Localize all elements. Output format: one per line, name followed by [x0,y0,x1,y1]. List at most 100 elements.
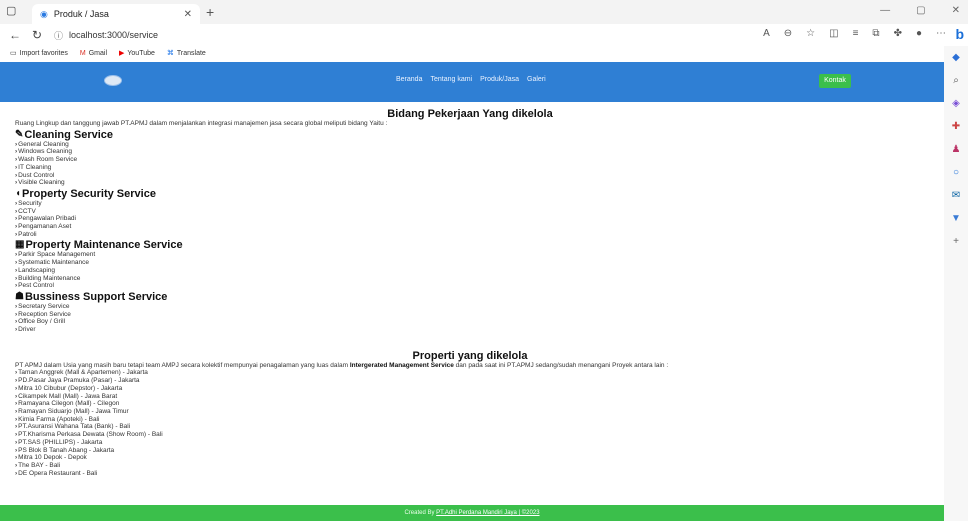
property-item: ›Ramayan Siduarjo (Mall) - Jawa Timur [15,407,129,415]
service-item: ›Windows Cleaning [15,148,73,156]
bookmark-translate[interactable]: ⌘ Translate [167,49,206,57]
minimize-icon[interactable]: — [880,5,890,16]
add-sidebar-icon[interactable]: + [953,236,959,247]
service-item: ›Parkir Space Management [15,251,96,259]
site-footer: Created By PT.Adhi Perdana Mandiri Jaya … [0,505,944,521]
property-item: ›PT.Kharisma Perkasa Dewata (Show Room) … [15,431,163,439]
chevron-right-icon: › [15,423,18,431]
tab-title: Produk / Jasa [53,9,109,19]
gmail-icon: M [79,49,86,57]
chevron-right-icon: › [15,266,18,274]
chevron-right-icon: › [15,302,18,310]
property-item: ›Mitra 10 Depok - Depok [15,454,87,462]
bookmark-gmail[interactable]: M Gmail [80,50,107,57]
nav-galeri[interactable]: Galeri [527,76,546,83]
office-icon[interactable]: ○ [953,167,959,178]
tab-actions-icon[interactable]: ▢ [6,4,16,17]
browser-titlebar: ▢ ◉ Produk / Jasa ✕ + — ▢ ✕ [0,0,968,24]
edge-sidebar: ◆ ⌕ ◈ ✚ ♟ ○ ✉ ▼ + [944,46,968,521]
chevron-right-icon: › [15,469,18,477]
broom-icon: ✎ [15,128,24,140]
services-title: Bidang Pekerjaan Yang dikelola [387,108,553,120]
service-item: ›Building Maintenance [15,274,81,282]
chevron-right-icon: › [15,171,18,179]
tab-close-icon[interactable]: ✕ [184,9,192,20]
url-text: localhost:3000/service [69,30,159,40]
browser-tab[interactable]: ◉ Produk / Jasa ✕ [32,4,200,24]
property-item: ›Taman Anggrek (Mall & Apartemen) - Jaka… [15,369,148,377]
more-icon[interactable]: ⋯ [936,28,946,39]
bing-icon[interactable]: b [955,26,964,42]
games-icon[interactable]: ♟ [952,144,961,155]
search-icon[interactable]: ⌕ [953,75,959,86]
property-item: ›Cikampek Mall (Mall) - Jawa Barat [15,392,118,400]
properties-title: Properti yang dikelola [412,349,528,362]
split-screen-icon[interactable]: ◫ [829,28,838,39]
service-item: ›Pengawalan Pribadi [15,215,76,223]
chevron-right-icon: › [15,199,18,207]
profile-icon[interactable]: ● [916,28,922,39]
service-item: ›Landscaping [15,266,56,274]
refresh-icon[interactable]: ↻ [30,28,44,42]
chevron-right-icon: › [15,230,18,238]
maximize-icon[interactable]: ▢ [916,5,925,16]
service-item: ›Dust Control [15,171,55,179]
import-icon: ▭ [10,50,17,57]
drop-icon[interactable]: ▼ [951,213,961,224]
chevron-right-icon: › [15,461,18,469]
bookmark-youtube[interactable]: ▶ YouTube [119,49,155,57]
chevron-right-icon: › [15,148,18,156]
service-item: ›Security [15,199,42,207]
service-group-title: ▦ Property Maintenance Service [15,239,183,252]
chevron-right-icon: › [15,446,18,454]
chevron-right-icon: › [15,282,18,290]
chevron-right-icon: › [15,163,18,171]
nav-produk-jasa[interactable]: Produk/Jasa [480,76,519,83]
service-item: ›General Cleaning [15,140,69,148]
zoom-icon[interactable]: ⊖ [784,28,792,39]
property-item: ›Mitra 10 Cibubur (Depstor) - Jakarta [15,384,123,392]
service-item: ›IT Cleaning [15,163,52,171]
chevron-right-icon: › [15,407,18,415]
service-item: ›Systematic Maintenance [15,259,89,267]
bookmark-import[interactable]: ▭ Import favorites [10,49,68,57]
outlook-icon[interactable]: ✉ [952,190,960,201]
site-info-icon[interactable]: ⓘ [54,29,63,42]
collections-icon[interactable]: ⧉ [872,28,879,39]
chevron-right-icon: › [15,384,18,392]
property-item: ›PS Blok B Tanah Abang - Jakarta [15,446,115,454]
service-group-title: ☗ Bussiness Support Service [15,290,168,303]
favorites-icon[interactable]: ≡ [853,28,859,39]
tag-icon[interactable]: ◈ [952,98,960,109]
url-field[interactable]: ⓘ localhost:3000/service [54,29,158,42]
extensions-icon[interactable]: ✤ [894,28,902,39]
tools-icon[interactable]: ✚ [952,121,960,132]
chevron-right-icon: › [15,140,18,148]
new-tab-icon[interactable]: + [206,4,214,20]
read-aloud-icon[interactable]: A [763,28,770,39]
property-item: ›The BAY - Bali [15,461,61,469]
site-navbar: Beranda Tentang kami Produk/Jasa Galeri … [0,62,944,102]
close-window-icon[interactable]: ✕ [952,5,960,16]
building-icon: ▦ [15,239,25,251]
service-group-title: ✎ Cleaning Service [15,128,114,141]
service-item: ›Pest Control [15,282,54,290]
favorite-star-icon[interactable]: ☆ [806,28,815,39]
site-logo[interactable] [104,75,122,86]
property-item: ›PD.Pasar Jaya Pramuka (Pasar) - Jakarta [15,377,140,385]
web-page: Beranda Tentang kami Produk/Jasa Galeri … [0,62,944,521]
nav-beranda[interactable]: Beranda [396,76,422,83]
service-item: ›Reception Service [15,310,71,318]
kontak-button[interactable]: Kontak [819,74,851,88]
chevron-right-icon: › [15,223,18,231]
bookmarks-bar: ▭ Import favorites M Gmail ▶ YouTube ⌘ Trans… [0,46,968,60]
chevron-right-icon: › [15,215,18,223]
back-icon[interactable]: ← [8,28,22,42]
footer-company-link[interactable]: PT.Adhi Perdana Mandiri Jaya | ©2023 [436,510,539,516]
chevron-right-icon: › [15,310,18,318]
nav-tentang-kami[interactable]: Tentang kami [430,76,472,83]
property-item: ›DE Opera Restaurant - Bali [15,469,98,477]
service-item: ›Driver [15,326,36,334]
property-item: ›Kimia Farma (Apoteki) - Bali [15,415,100,423]
discover-icon[interactable]: ◆ [952,52,960,63]
